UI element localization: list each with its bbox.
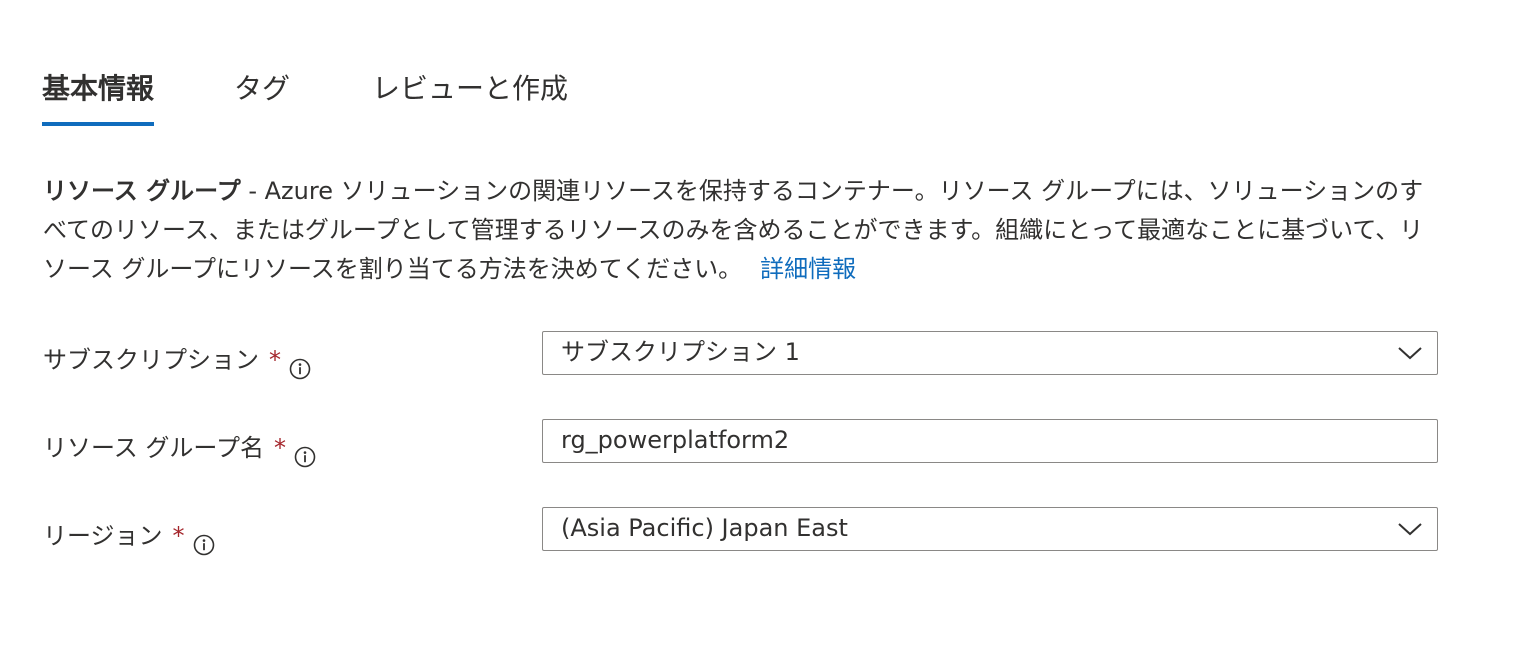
tab-basics[interactable]: 基本情報	[42, 62, 155, 126]
resource-group-name-input[interactable]: rg_powerplatform2	[542, 419, 1438, 463]
tab-tags[interactable]: タグ	[234, 62, 290, 126]
required-marker: *	[172, 522, 185, 550]
region-value: (Asia Pacific) Japan East	[561, 514, 848, 542]
region-label-row: リージョン *	[43, 516, 215, 556]
description-term: リソース グループ	[43, 177, 241, 205]
subscription-dropdown[interactable]: サブスクリプション 1	[542, 331, 1438, 375]
info-icon[interactable]	[193, 528, 215, 556]
tab-review-create[interactable]: レビューと作成	[372, 62, 568, 126]
resource-group-label-row: リソース グループ名 *	[43, 428, 316, 468]
learn-more-link[interactable]: 詳細情報	[760, 255, 856, 283]
info-icon[interactable]	[289, 352, 311, 380]
resource-group-description: リソース グループ - Azure ソリューションの関連リソースを保持するコンテ…	[43, 172, 1443, 289]
region-label: リージョン	[43, 522, 163, 550]
info-icon[interactable]	[294, 440, 316, 468]
resource-group-value: rg_powerplatform2	[561, 426, 790, 454]
required-marker: *	[269, 346, 281, 374]
resource-group-label: リソース グループ名	[43, 434, 264, 462]
chevron-down-icon	[1398, 347, 1422, 360]
region-dropdown[interactable]: (Asia Pacific) Japan East	[542, 507, 1438, 551]
chevron-down-icon	[1398, 523, 1422, 536]
subscription-label: サブスクリプション	[43, 346, 259, 374]
required-marker: *	[274, 434, 286, 462]
description-text: - Azure ソリューションの関連リソースを保持するコンテナー。リソース グル…	[43, 177, 1424, 283]
subscription-label-row: サブスクリプション *	[43, 340, 311, 380]
subscription-value: サブスクリプション 1	[561, 338, 800, 366]
